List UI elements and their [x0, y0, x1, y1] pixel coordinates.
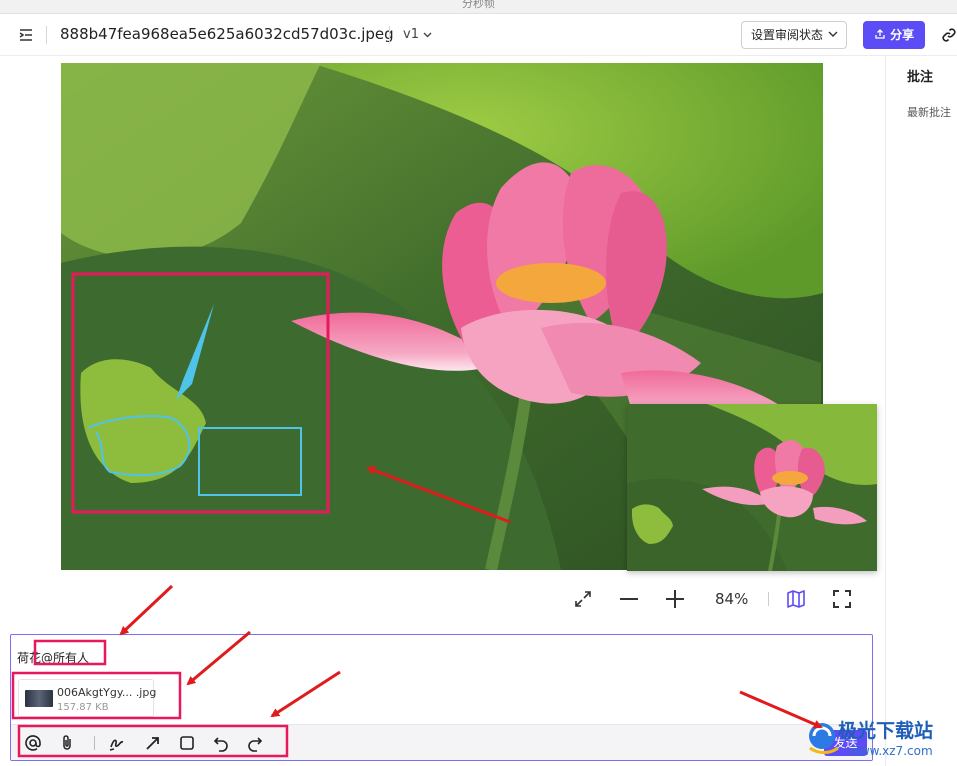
comment-composer[interactable]: 荷花@所有人 006AkgtYgy... .jpg 157.87 KB 发送 — [10, 634, 873, 761]
divider — [389, 26, 390, 44]
link-icon[interactable] — [941, 27, 957, 43]
undo-icon[interactable] — [212, 734, 230, 752]
zoom-out-icon[interactable] — [618, 588, 640, 610]
divider — [94, 736, 95, 750]
minimap-thumbnail — [627, 404, 877, 571]
fullscreen-icon[interactable] — [831, 588, 853, 610]
annotation-panel: 批注 最新批注 — [885, 56, 957, 766]
freehand-icon[interactable] — [108, 734, 126, 752]
attachment-icon[interactable] — [58, 734, 76, 752]
share-button[interactable]: 分享 — [863, 21, 925, 49]
mention-icon[interactable] — [24, 734, 42, 752]
chevron-down-icon — [828, 31, 838, 37]
version-label: v1 — [403, 27, 419, 42]
divider — [46, 26, 47, 44]
expand-icon[interactable] — [572, 588, 594, 610]
panel-title: 批注 — [907, 70, 934, 85]
share-icon — [875, 29, 885, 39]
menu-icon[interactable] — [18, 27, 34, 43]
file-name: 888b47fea968ea5e625a6032cd57d03c.jpeg — [60, 25, 394, 43]
redo-icon[interactable] — [246, 734, 264, 752]
composer-toolbar: 发送 — [11, 724, 872, 760]
version-dropdown[interactable]: v1 — [403, 27, 432, 42]
latest-annotations-tab[interactable]: 最新批注 — [907, 104, 951, 120]
zoom-in-icon[interactable] — [664, 588, 686, 610]
attachment-thumbnail — [25, 690, 53, 707]
arrow-tool-icon[interactable] — [144, 734, 162, 752]
app-title: 分秒帧 — [462, 0, 495, 10]
minimap[interactable] — [627, 404, 877, 571]
review-status-button[interactable]: 设置审阅状态 — [741, 21, 847, 49]
zoom-toolbar: 84% — [568, 586, 868, 614]
attachment-card[interactable]: 006AkgtYgy... .jpg 157.87 KB — [18, 679, 157, 717]
app-title-bar: 分秒帧 — [0, 0, 957, 14]
watermark-text: 极光下载站 — [838, 720, 934, 742]
attachment-size: 157.87 KB — [57, 702, 109, 713]
comment-input[interactable]: 荷花@所有人 — [17, 649, 89, 666]
review-status-label: 设置审阅状态 — [751, 28, 824, 42]
attachment-name: 006AkgtYgy... .jpg — [57, 686, 157, 699]
header: 888b47fea968ea5e625a6032cd57d03c.jpeg v1… — [0, 14, 957, 56]
divider — [768, 592, 769, 606]
red-arrow — [119, 584, 174, 636]
chevron-down-icon — [423, 32, 432, 38]
share-label: 分享 — [890, 28, 915, 42]
map-icon[interactable] — [785, 588, 807, 610]
zoom-level: 84% — [715, 590, 749, 608]
rectangle-tool-icon[interactable] — [178, 734, 196, 752]
watermark-url: www.xz7.com — [850, 744, 933, 758]
